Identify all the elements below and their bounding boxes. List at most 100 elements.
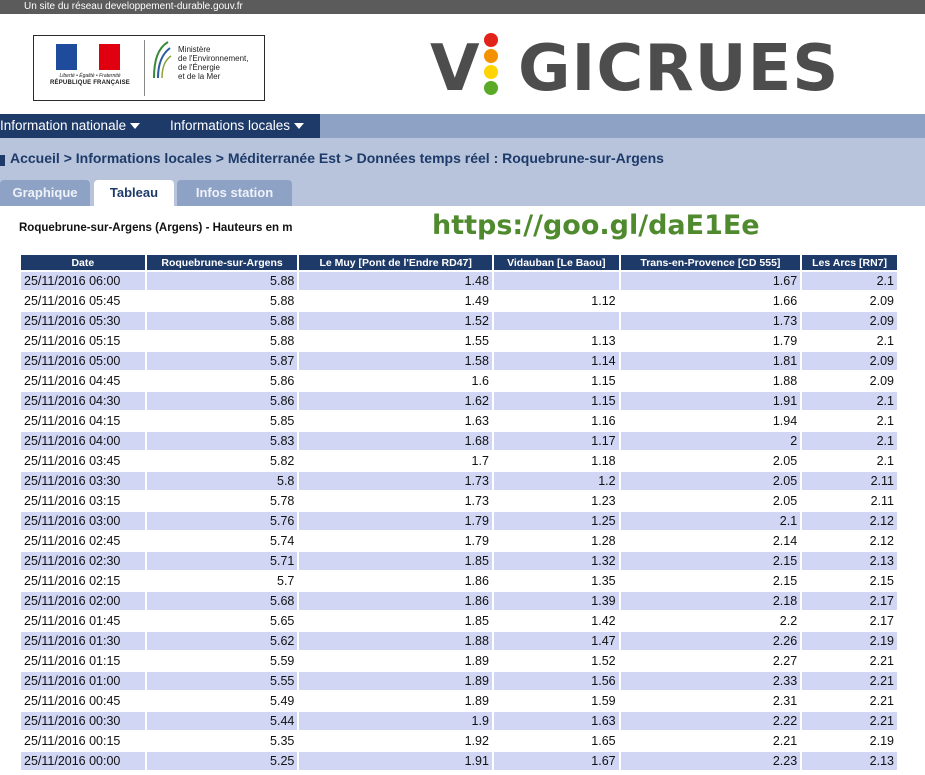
table-row: 25/11/2016 04:45 5.86 1.6 1.15 1.88 2.09 (21, 372, 897, 390)
cell-value: 1.18 (493, 452, 619, 470)
tab-tableau[interactable]: Tableau (94, 180, 174, 208)
cell-value: 5.62 (146, 632, 298, 650)
cell-value: 2.1 (802, 452, 897, 470)
cell-value: 2.2 (620, 612, 801, 630)
table-row: 25/11/2016 00:00 5.25 1.91 1.67 2.23 2.13 (21, 752, 897, 770)
cell-value: 5.83 (146, 432, 298, 450)
cell-date: 25/11/2016 05:15 (21, 332, 145, 350)
brand-letter-v: V (430, 32, 481, 106)
cell-date: 25/11/2016 03:30 (21, 472, 145, 490)
cell-date: 25/11/2016 06:00 (21, 272, 145, 290)
cell-value: 2.21 (802, 672, 897, 690)
table-row: 25/11/2016 03:45 5.82 1.7 1.18 2.05 2.1 (21, 452, 897, 470)
marianne-logo: Liberté • Égalité • Fraternité RÉPUBLIQU… (44, 42, 130, 90)
cell-value: 5.88 (146, 272, 298, 290)
tab-graphique[interactable]: Graphique (0, 180, 90, 206)
cell-value: 1.25 (493, 512, 619, 530)
table-row: 25/11/2016 00:15 5.35 1.92 1.65 2.21 2.19 (21, 732, 897, 750)
nav-menu-block: Information nationale Informations local… (0, 114, 320, 138)
table-row: 25/11/2016 05:15 5.88 1.55 1.13 1.79 2.1 (21, 332, 897, 350)
cell-date: 25/11/2016 05:00 (21, 352, 145, 370)
light-yellow (484, 65, 498, 79)
cell-value: 2.13 (802, 752, 897, 770)
table-row: 25/11/2016 03:30 5.8 1.73 1.2 2.05 2.11 (21, 472, 897, 490)
government-logo-block[interactable]: Liberté • Égalité • Fraternité RÉPUBLIQU… (33, 35, 265, 101)
cell-value: 2.11 (802, 492, 897, 510)
flag-icon (56, 44, 120, 70)
cell-value: 5.82 (146, 452, 298, 470)
nav-item-national[interactable]: Information nationale (0, 114, 141, 138)
cell-value: 2.05 (620, 472, 801, 490)
cell-value: 5.78 (146, 492, 298, 510)
cell-date: 25/11/2016 01:15 (21, 652, 145, 670)
cell-value: 1.85 (299, 612, 492, 630)
cell-date: 25/11/2016 04:45 (21, 372, 145, 390)
flag-blue-stripe (56, 44, 78, 70)
cell-date: 25/11/2016 05:30 (21, 312, 145, 330)
column-header-vidauban[interactable]: Vidauban [Le Baou] (493, 255, 619, 270)
column-header-trans-en-provence[interactable]: Trans-en-Provence [CD 555] (620, 255, 801, 270)
cell-value: 5.88 (146, 332, 298, 350)
cell-value: 1.56 (493, 672, 619, 690)
cell-value: 2.15 (802, 572, 897, 590)
cell-value: 1.67 (620, 272, 801, 290)
cell-value: 2.09 (802, 352, 897, 370)
cell-date: 25/11/2016 04:00 (21, 432, 145, 450)
cell-value: 5.68 (146, 592, 298, 610)
cell-date: 25/11/2016 04:30 (21, 392, 145, 410)
table-row: 25/11/2016 04:15 5.85 1.63 1.16 1.94 2.1 (21, 412, 897, 430)
cell-value: 1.66 (620, 292, 801, 310)
table-row: 25/11/2016 05:30 5.88 1.52 1.73 2.09 (21, 312, 897, 330)
cell-value: 2.19 (802, 732, 897, 750)
tab-infos-station[interactable]: Infos station (177, 180, 292, 206)
cell-date: 25/11/2016 03:15 (21, 492, 145, 510)
cell-date: 25/11/2016 03:00 (21, 512, 145, 530)
column-header-le-muy[interactable]: Le Muy [Pont de l'Endre RD47] (299, 255, 492, 270)
chevron-down-icon (294, 123, 305, 130)
nav-item-local[interactable]: Informations locales (170, 114, 305, 138)
cell-value: 1.89 (299, 652, 492, 670)
column-header-les-arcs[interactable]: Les Arcs [RN7] (802, 255, 897, 270)
cell-value: 5.44 (146, 712, 298, 730)
cell-value: 1.59 (493, 692, 619, 710)
cell-value: 2 (620, 432, 801, 450)
column-header-date[interactable]: Date (21, 255, 145, 270)
cell-value: 5.25 (146, 752, 298, 770)
cell-value: 1.52 (299, 312, 492, 330)
cell-value: 1.94 (620, 412, 801, 430)
cell-value: 1.86 (299, 592, 492, 610)
cell-date: 25/11/2016 02:30 (21, 552, 145, 570)
main-content: Roquebrune-sur-Argens (Argens) - Hauteur… (0, 206, 925, 775)
breadcrumb[interactable]: Accueil > Informations locales > Méditer… (10, 150, 664, 166)
cell-value: 1.7 (299, 452, 492, 470)
cell-value: 5.87 (146, 352, 298, 370)
main-nav: Information nationale Informations local… (0, 114, 925, 138)
cell-value: 5.74 (146, 532, 298, 550)
ministry-line: de l'Environnement, (178, 54, 249, 63)
light-orange (484, 49, 498, 63)
cell-value: 5.88 (146, 312, 298, 330)
cell-value: 2.09 (802, 292, 897, 310)
cell-value: 1.15 (493, 392, 619, 410)
cell-value: 1.17 (493, 432, 619, 450)
cell-value: 2.26 (620, 632, 801, 650)
cell-date: 25/11/2016 00:15 (21, 732, 145, 750)
cell-value: 1.42 (493, 612, 619, 630)
cell-date: 25/11/2016 02:15 (21, 572, 145, 590)
cell-value: 1.55 (299, 332, 492, 350)
republic-motto: Liberté • Égalité • Fraternité (59, 73, 121, 79)
cell-value: 1.48 (299, 272, 492, 290)
network-banner-link[interactable]: Un site du réseau developpement-durable.… (24, 0, 243, 14)
column-header-roquebrune[interactable]: Roquebrune-sur-Argens (146, 255, 298, 270)
cell-value: 1.63 (493, 712, 619, 730)
cell-value: 5.49 (146, 692, 298, 710)
cell-value: 2.17 (802, 592, 897, 610)
cell-value: 2.22 (620, 712, 801, 730)
cell-date: 25/11/2016 01:45 (21, 612, 145, 630)
table-row: 25/11/2016 02:30 5.71 1.85 1.32 2.15 2.13 (21, 552, 897, 570)
cell-value: 5.59 (146, 652, 298, 670)
table-row: 25/11/2016 01:30 5.62 1.88 1.47 2.26 2.19 (21, 632, 897, 650)
logo-divider (144, 40, 145, 96)
cell-value: 5.88 (146, 292, 298, 310)
cell-value: 2.31 (620, 692, 801, 710)
